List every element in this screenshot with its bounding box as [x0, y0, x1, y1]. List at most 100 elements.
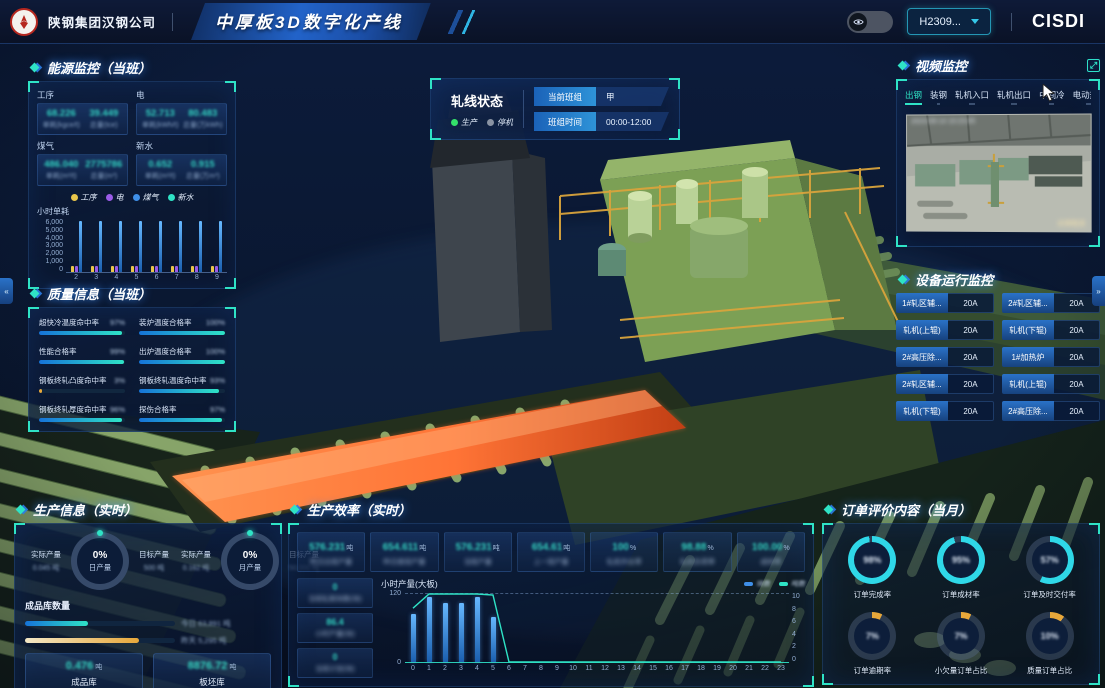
stat-card: 654.61吨 上一班产量	[517, 532, 585, 572]
top-bar: 陕钢集团汉钢公司 中厚板3D数字化产线 H2309... CISDI	[0, 0, 1105, 44]
energy-plot: 23456789	[66, 219, 227, 283]
cctv-timestamp: 2023-09-14 10:23:45	[911, 118, 975, 125]
energy-unit: 总量(万kWh)	[182, 120, 225, 130]
progress-fill	[139, 389, 219, 393]
equipment-item[interactable]: 轧机(上辊) 20A	[896, 320, 994, 340]
chart-plot	[405, 593, 789, 663]
panel-quality-title: 质量信息（当班）	[28, 284, 236, 303]
chart-title: 小时产量(大板)	[381, 578, 438, 590]
equipment-item[interactable]: 1#轧区辅... 20A	[896, 293, 994, 313]
donut-ring: 57%	[1026, 536, 1074, 584]
chart-legend-item[interactable]: 吨数	[779, 579, 805, 589]
quality-metric: 探伤合格率 97%	[139, 404, 225, 422]
progress-fill	[139, 418, 222, 422]
hourly-output-chart: 小时产量(大板) 块数 吨数 120 0	[381, 578, 805, 678]
quality-metric: 钢板终轧凸度命中率 3%	[39, 375, 125, 393]
energy-group: 煤气 486.040单耗(m³/t) 2775786总量(m³)	[37, 140, 128, 186]
side-stat-card: 0 当班计划(块)	[297, 648, 373, 678]
equipment-item[interactable]: 1#加热炉 20A	[1002, 347, 1100, 367]
stat-card: 576.231吨 昨日白班产量	[297, 532, 365, 572]
shift-info-row: 当前班组 甲	[534, 87, 669, 106]
video-feed[interactable]: 2023-09-14 10:23:45 出钢辊道	[906, 113, 1092, 232]
energy-unit: 总量(tce)	[83, 120, 126, 130]
energy-value: 80.483	[182, 108, 225, 119]
chevron-down-icon	[971, 19, 979, 24]
video-tab[interactable]: 轧机出口	[997, 89, 1031, 105]
y-axis-max: 120	[389, 590, 401, 597]
chart-legend-item[interactable]: 块数	[744, 579, 770, 589]
dashboard: 陕钢集团汉钢公司 中厚板3D数字化产线 H2309... CISDI	[0, 0, 1105, 688]
energy-chart: 6,0005,0004,0003,0002,0001,0000 23456789	[37, 219, 227, 283]
legend-item[interactable]: 新水	[168, 192, 194, 203]
energy-value: 0.915	[182, 159, 225, 170]
divider	[1011, 13, 1012, 31]
decor-slashes-icon	[439, 10, 494, 34]
stat-card: 654.611吨 昨日夜班产量	[370, 532, 438, 572]
collapse-handle-right[interactable]: »	[1092, 276, 1105, 306]
visibility-toggle[interactable]	[847, 11, 893, 33]
progress-fill	[139, 331, 225, 335]
progress-track	[139, 331, 225, 335]
legend-item[interactable]: 电	[106, 192, 124, 203]
equipment-item[interactable]: 轧机(下辊) 20A	[896, 401, 994, 421]
video-tab[interactable]: 出钢	[905, 89, 922, 105]
order-donut: 7% 订单逾期率	[831, 612, 914, 676]
donut-ring: 98%	[848, 536, 896, 584]
inventory-card: 0.476吨 成品库	[25, 653, 143, 688]
equipment-item[interactable]: 2#轧区辅... 20A	[1002, 293, 1100, 313]
diamond-icon	[896, 59, 909, 72]
status-legend-item: 生产	[451, 117, 477, 128]
equipment-item[interactable]: 轧机(上辊) 20A	[1002, 374, 1100, 394]
stat-card: 100.00% 成材率	[737, 532, 805, 572]
panel-equipment-title: 设备运行监控	[896, 270, 1100, 289]
video-tab[interactable]: 轧机入口	[955, 89, 989, 105]
legend-mark-icon	[744, 582, 753, 586]
panel-line-status: 轧线状态 生产 停机 当前班组 甲 班组时间 00:00-12:00	[430, 78, 680, 140]
page-title: 中厚板3D数字化产线	[215, 13, 403, 32]
energy-group: 工序 68.226单耗(kgce/t) 39.449总量(tce)	[37, 89, 128, 135]
stat-card: 100% 轧机作业率	[590, 532, 658, 572]
video-tab[interactable]: 电动热锯	[1073, 89, 1091, 105]
progress-track	[39, 389, 125, 393]
energy-bar-group: 4	[106, 219, 126, 283]
quality-metric: 钢板终轧温度命中率 93%	[139, 375, 225, 393]
status-dot-icon	[451, 119, 458, 126]
equipment-item[interactable]: 轧机(下辊) 20A	[1002, 320, 1100, 340]
side-stat-card: 0 当班轧制块数(块)	[297, 578, 373, 608]
legend-dot-icon	[133, 194, 140, 201]
energy-bar-group: 3	[86, 219, 106, 283]
cctv-frame	[907, 114, 1091, 232]
energy-unit: 总量(m³)	[83, 171, 126, 181]
diamond-icon	[896, 273, 909, 286]
energy-group: 电 52.713单耗(kWh/t) 80.483总量(万kWh)	[136, 89, 227, 135]
legend-item[interactable]: 工序	[71, 192, 97, 203]
energy-unit: 单耗(m³/t)	[139, 171, 182, 181]
equipment-item[interactable]: 2#轧区辅... 20A	[896, 374, 994, 394]
inventory-fill	[25, 638, 139, 643]
shift-info-row: 班组时间 00:00-12:00	[534, 112, 669, 131]
video-tab[interactable]: 装钢	[930, 89, 947, 105]
collapse-handle-left[interactable]: «	[0, 278, 13, 304]
diamond-icon	[288, 503, 301, 516]
diamond-icon	[28, 287, 41, 300]
quality-metric: 超快冷温度命中率 97%	[39, 317, 125, 335]
panel-production: 生产信息（实时） 实际产量 0.045 吨 0%日产量 目标产量 500 吨	[14, 500, 282, 688]
heat-number-dropdown[interactable]: H2309...	[907, 8, 991, 35]
legend-dot-icon	[106, 194, 113, 201]
equipment-item[interactable]: 2#高压除... 20A	[896, 347, 994, 367]
panel-efficiency-title: 生产效率（实时）	[288, 500, 814, 519]
panel-orders: 订单评价内容（当月） 98% 订单完成率 95% 订单成材率	[822, 500, 1100, 685]
legend-item[interactable]: 煤气	[133, 192, 159, 203]
diamond-icon	[822, 503, 835, 516]
inventory-bar: 今日 63,891 吨	[25, 618, 271, 629]
energy-bar-group: 6	[147, 219, 167, 283]
panel-production-title: 生产信息（实时）	[14, 500, 282, 519]
equipment-item[interactable]: 2#高压除... 20A	[1002, 401, 1100, 421]
order-donut: 57% 订单及时交付率	[1008, 536, 1091, 600]
donut-gauge: 0%月产量	[221, 532, 279, 590]
trend-line	[405, 594, 789, 662]
energy-card: 486.040单耗(m³/t) 2775786总量(m³)	[37, 154, 128, 186]
dropdown-value: H2309...	[919, 16, 961, 28]
fullscreen-icon[interactable]: ⤢	[1087, 59, 1100, 72]
donut-ring: 10%	[1026, 612, 1074, 660]
